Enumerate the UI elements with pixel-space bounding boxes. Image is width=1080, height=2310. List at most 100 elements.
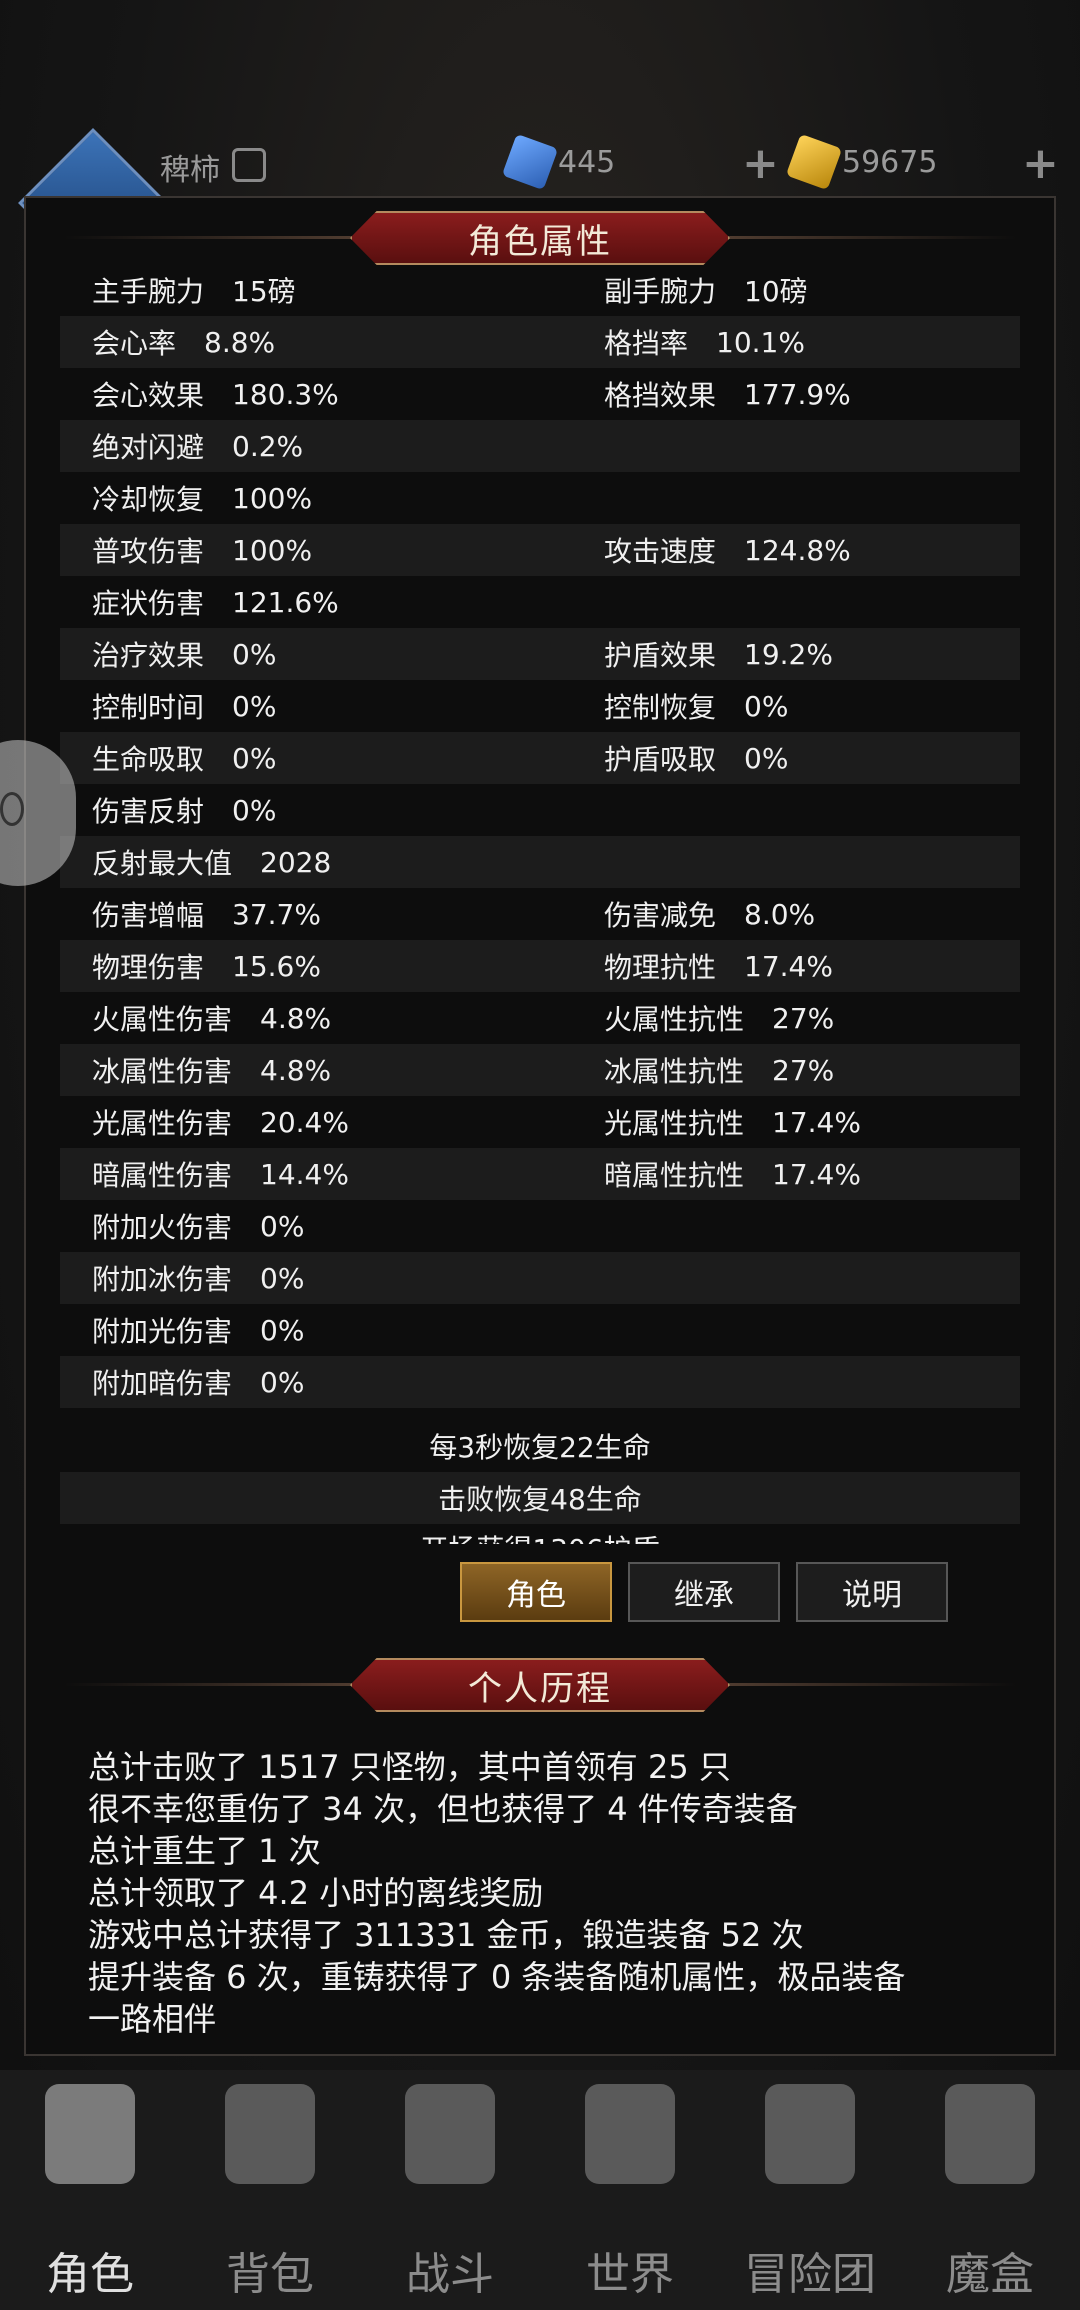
attribute-cell-left: 附加冰伤害 0% [60,1258,604,1298]
attribute-cell-right: 攻击速度 124.8% [604,530,1020,570]
attribute-label: 冷却恢复 [92,483,205,516]
attribute-value: 0.2% [232,429,304,463]
attribute-row: 反射最大值 2028 [60,836,1020,888]
knight-helmet-icon [45,2084,135,2184]
attribute-value: 14.4% [260,1157,349,1191]
attribute-label: 治疗效果 [92,639,205,672]
attribute-label: 攻击速度 [604,535,717,568]
attribute-label: 会心效果 [92,379,205,412]
attribute-label: 暗属性伤害 [92,1159,233,1192]
attribute-row: 光属性伤害 20.4% 光属性抗性 17.4% [60,1096,1020,1148]
attribute-value: 17.4% [772,1157,861,1191]
attribute-value: 100% [232,533,313,567]
attribute-row: 附加暗伤害 0% [60,1356,1020,1408]
attribute-value: 20.4% [260,1105,349,1139]
attribute-row: 会心效果 180.3% 格挡效果 177.9% [60,368,1020,420]
attribute-label: 绝对闪避 [92,431,205,464]
attribute-row: 控制时间 0% 控制恢复 0% [60,680,1020,732]
attribute-label: 附加冰伤害 [92,1263,233,1296]
nav-item[interactable]: 魔盒 [900,2070,1080,2310]
attribute-value: 0% [260,1365,305,1399]
gold-count: 59675 [842,145,938,180]
attribute-row: 附加光伤害 0% [60,1304,1020,1356]
attribute-row: 生命吸取 0% 护盾吸取 0% [60,732,1020,784]
attribute-label: 反射最大值 [92,847,233,880]
attribute-value: 15磅 [232,275,296,308]
nav-label: 世界 [586,2249,674,2300]
attribute-cell-right: 格挡效果 177.9% [604,374,1020,414]
attribute-value: 0% [232,793,277,827]
attribute-label: 伤害增幅 [92,899,205,932]
regen-line-text: 开场获得1306护盾 [420,1524,659,1544]
attribute-cell-left: 暗属性伤害 14.4% [60,1154,604,1194]
attribute-label: 生命吸取 [92,743,205,776]
attribute-label: 光属性抗性 [604,1107,745,1140]
attribute-cell-right: 伤害减免 8.0% [604,894,1020,934]
nav-item[interactable]: 冒险团 [720,2070,900,2310]
attributes-table: 主手腕力 15磅 副手腕力 10磅 会心率 8.8% 格挡率 10.1% 会心效果 180.3% 格… [60,264,1020,1408]
attribute-row: 绝对闪避 0.2% [60,420,1020,472]
attribute-value: 180.3% [232,377,339,411]
nav-label: 魔盒 [946,2249,1034,2300]
attribute-label: 控制恢复 [604,691,717,724]
shield-sword-icon [405,2084,495,2184]
attribute-value: 124.8% [744,533,851,567]
nav-item[interactable]: 世界 [540,2070,720,2310]
attribute-cell-right: 冰属性抗性 27% [604,1050,1020,1090]
nav-item[interactable]: 角色 [0,2070,180,2310]
attribute-value: 0% [744,741,789,775]
attribute-value: 15.6% [232,949,321,983]
attribute-cell-left: 主手腕力 15磅 [60,270,604,310]
history-line: 总计领取了 4.2 小时的离线奖励 [88,1874,544,1912]
attribute-label: 冰属性抗性 [604,1055,745,1088]
attribute-value: 0% [232,689,277,723]
attribute-value: 27% [772,1001,835,1035]
attribute-value: 0% [744,689,789,723]
tab-inherit[interactable]: 继承 [628,1562,780,1622]
attribute-cell-right: 护盾效果 19.2% [604,634,1020,674]
attribute-cell-right: 格挡率 10.1% [604,322,1020,362]
tab-explain[interactable]: 说明 [796,1562,948,1622]
attribute-value: 0% [260,1313,305,1347]
attribute-row: 附加火伤害 0% [60,1200,1020,1252]
attribute-label: 护盾吸取 [604,743,717,776]
attribute-row: 暗属性伤害 14.4% 暗属性抗性 17.4% [60,1148,1020,1200]
edit-icon[interactable] [232,148,266,182]
attribute-label: 光属性伤害 [92,1107,233,1140]
attribute-label: 附加火伤害 [92,1211,233,1244]
regen-line: 每3秒恢复22生命 [429,1431,651,1464]
attribute-cell-left: 光属性伤害 20.4% [60,1102,604,1142]
add-gold-button[interactable]: + [1022,138,1059,189]
attribute-cell-left: 反射最大值 2028 [60,842,604,882]
history-title: 个人历程 [350,1658,730,1712]
regen-line: 开场获得1306护盾 [60,1524,1020,1544]
attribute-cell-right: 控制恢复 0% [604,686,1020,726]
attribute-value: 8.8% [204,325,276,359]
attribute-label: 附加暗伤害 [92,1367,233,1400]
attribute-row: 附加冰伤害 0% [60,1252,1020,1304]
nav-item[interactable]: 战斗 [360,2070,540,2310]
attribute-label: 火属性伤害 [92,1003,233,1036]
history-line: 总计击败了 1517 只怪物，其中首领有 25 只 [88,1748,731,1786]
attribute-label: 物理抗性 [604,951,717,984]
nav-label: 冒险团 [744,2249,876,2300]
map-scroll-icon [585,2084,675,2184]
attribute-label: 暗属性抗性 [604,1159,745,1192]
history-text: 总计击败了 1517 只怪物，其中首领有 25 只 很不幸您重伤了 34 次，但… [88,1746,1008,2040]
attribute-label: 物理伤害 [92,951,205,984]
attribute-label: 普攻伤害 [92,535,205,568]
castle-icon [765,2084,855,2184]
attribute-row: 火属性伤害 4.8% 火属性抗性 27% [60,992,1020,1044]
tab-character[interactable]: 角色 [460,1562,612,1622]
gem-count: 445 [558,145,616,180]
attribute-label: 控制时间 [92,691,205,724]
attribute-row: 冷却恢复 100% [60,472,1020,524]
attribute-row: 主手腕力 15磅 副手腕力 10磅 [60,264,1020,316]
attribute-cell-left: 绝对闪避 0.2% [60,426,604,466]
nav-item[interactable]: 背包 [180,2070,360,2310]
attribute-value: 19.2% [744,637,833,671]
attribute-value: 4.8% [260,1053,332,1087]
attribute-cell-left: 附加暗伤害 0% [60,1362,604,1402]
add-gems-button[interactable]: + [742,138,779,189]
floating-handle-icon[interactable] [0,792,24,826]
